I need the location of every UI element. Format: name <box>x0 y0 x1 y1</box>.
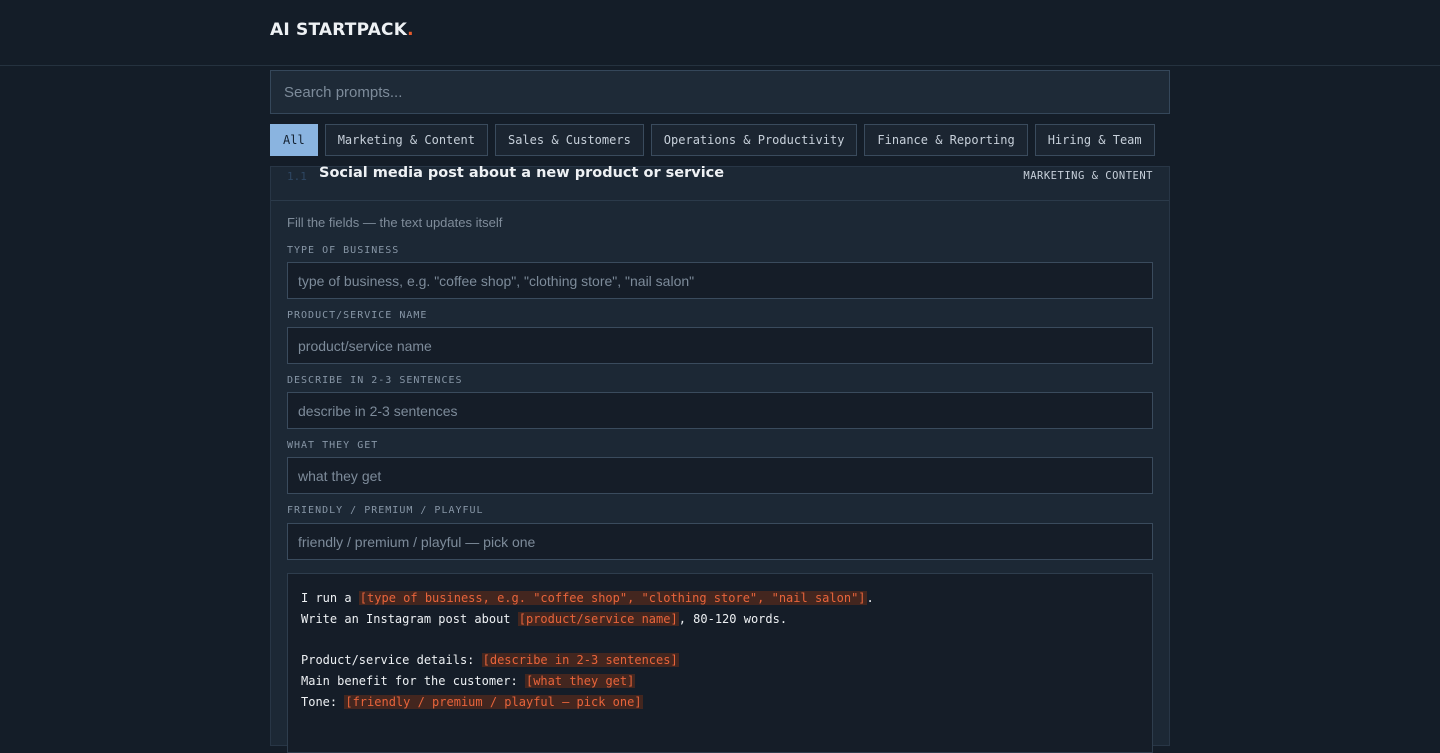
placeholder-type-of-business: [type of business, e.g. "coffee shop", "… <box>358 591 867 605</box>
field-type-of-business[interactable] <box>287 262 1153 299</box>
what-they-get-input[interactable] <box>298 467 1142 484</box>
field-label-what-they-get: WHAT THEY GET <box>287 440 379 451</box>
prompt-title: Social media post about a new product or… <box>319 165 725 181</box>
field-label-tone: FRIENDLY / PREMIUM / PLAYFUL <box>287 505 484 516</box>
placeholder-tone: [friendly / premium / playful — pick one… <box>344 694 643 709</box>
preview-line: Product/service details: [describe in 2-… <box>301 650 1139 671</box>
search-box[interactable] <box>270 70 1170 114</box>
filter-marketing-content[interactable]: Marketing & Content <box>324 124 488 156</box>
preview-text: . <box>866 591 874 605</box>
filter-operations-productivity[interactable]: Operations & Productivity <box>650 124 858 156</box>
app-logo[interactable]: AI STARTPACK. <box>270 20 414 40</box>
field-description[interactable] <box>287 392 1153 429</box>
field-label-type-of-business: TYPE OF BUSINESS <box>287 245 400 256</box>
preview-line: Tone: [friendly / premium / playful — pi… <box>301 692 1139 713</box>
preview-text: Main benefit for the customer: <box>301 674 525 689</box>
prompt-card: 1.1 Social media post about a new produc… <box>270 165 1170 753</box>
placeholder-what-they-get: [what they get] <box>524 674 636 689</box>
filter-finance-reporting[interactable]: Finance & Reporting <box>864 124 1028 156</box>
prompt-card-header[interactable]: 1.1 Social media post about a new produc… <box>271 165 1169 201</box>
product-service-name-input[interactable] <box>298 337 1142 354</box>
prompt-number: 1.1 <box>287 170 307 183</box>
search-input[interactable] <box>284 83 1156 101</box>
preview-line: Write an Instagram post about [product/s… <box>301 609 1139 630</box>
category-filters: All Marketing & Content Sales & Customer… <box>270 124 1155 156</box>
preview-text: Product/service details: <box>301 653 482 668</box>
logo-dot: . <box>407 20 414 40</box>
top-bar: AI STARTPACK. <box>0 0 1440 66</box>
field-tone[interactable] <box>287 523 1153 560</box>
prompt-preview[interactable]: I run a [type of business, e.g. "coffee … <box>287 573 1153 753</box>
preview-line: I run a [type of business, e.g. "coffee … <box>301 588 1139 609</box>
placeholder-product-service-name: [product/service name] <box>517 611 679 626</box>
preview-text: I run a <box>301 591 359 605</box>
preview-text: Write an Instagram post about <box>301 611 518 626</box>
logo-text: AI STARTPACK <box>270 20 408 40</box>
placeholder-description: [describe in 2-3 sentences] <box>481 653 679 668</box>
preview-text: , 80-120 words. <box>678 611 788 626</box>
field-label-product-service-name: PRODUCT/SERVICE NAME <box>287 310 428 321</box>
filter-all[interactable]: All <box>270 124 318 156</box>
field-product-service-name[interactable] <box>287 327 1153 364</box>
tone-input[interactable] <box>298 533 1142 550</box>
preview-blank-line <box>301 630 1139 651</box>
filter-hiring-team[interactable]: Hiring & Team <box>1034 124 1155 156</box>
filter-sales-customers[interactable]: Sales & Customers <box>494 124 644 156</box>
preview-line: Main benefit for the customer: [what the… <box>301 671 1139 692</box>
preview-text: Tone: <box>301 694 345 709</box>
description-input[interactable] <box>298 402 1142 419</box>
field-what-they-get[interactable] <box>287 457 1153 494</box>
type-of-business-input[interactable] <box>298 272 1142 289</box>
field-label-description: DESCRIBE IN 2-3 SENTENCES <box>287 375 463 386</box>
prompt-category: MARKETING & CONTENT <box>1023 170 1153 182</box>
fill-hint: Fill the fields — the text updates itsel… <box>287 215 503 230</box>
